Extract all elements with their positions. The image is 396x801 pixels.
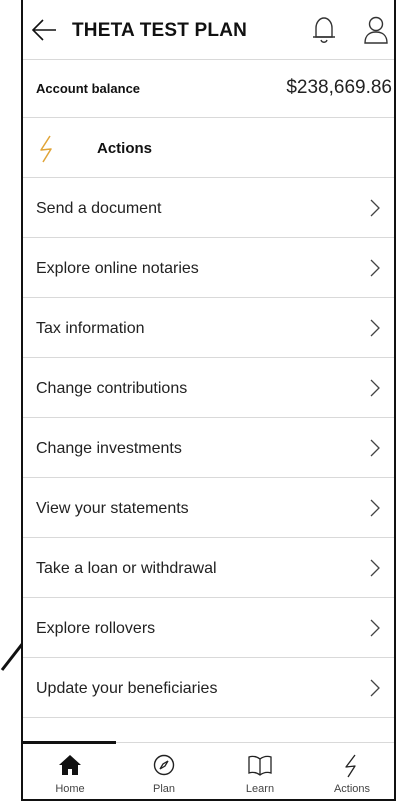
action-view-statements[interactable]: View your statements xyxy=(23,478,394,538)
chevron-right-icon xyxy=(370,199,380,217)
chevron-right-icon xyxy=(370,319,380,337)
bolt-icon xyxy=(40,135,52,163)
action-label: Update your beneficiaries xyxy=(36,680,218,697)
bolt-icon xyxy=(345,754,356,778)
home-icon xyxy=(59,755,81,775)
user-icon[interactable] xyxy=(363,15,389,45)
action-label: View your statements xyxy=(36,500,189,517)
action-explore-rollovers[interactable]: Explore rollovers xyxy=(23,598,394,658)
action-label: Send a document xyxy=(36,200,162,217)
compass-icon xyxy=(153,754,175,776)
action-loan-withdrawal[interactable]: Take a loan or withdrawal xyxy=(23,538,394,598)
page-title: THETA TEST PLAN xyxy=(72,20,248,41)
tab-label: Actions xyxy=(333,783,371,795)
actions-heading: Actions xyxy=(23,118,394,178)
chevron-right-icon xyxy=(370,259,380,277)
chevron-right-icon xyxy=(370,559,380,577)
app-header: THETA TEST PLAN xyxy=(23,0,394,60)
app-screen: THETA TEST PLAN Account balance $238,669… xyxy=(21,0,396,801)
book-icon xyxy=(248,755,272,776)
tab-home[interactable]: Home xyxy=(25,743,115,799)
balance-value: $238,669.86 xyxy=(286,77,392,98)
chevron-right-icon xyxy=(370,499,380,517)
action-label: Explore online notaries xyxy=(36,260,199,277)
tab-label: Home xyxy=(55,783,85,795)
bottom-tab-bar: Home Plan Learn Actions xyxy=(23,741,394,799)
action-change-contributions[interactable]: Change contributions xyxy=(23,358,394,418)
action-explore-notaries[interactable]: Explore online notaries xyxy=(23,238,394,298)
action-list: Send a document Explore online notaries … xyxy=(23,178,394,718)
action-label: Tax information xyxy=(36,320,145,337)
chevron-right-icon xyxy=(370,679,380,697)
tab-plan[interactable]: Plan xyxy=(119,743,209,799)
action-send-document[interactable]: Send a document xyxy=(23,178,394,238)
balance-label: Account balance xyxy=(36,81,141,96)
action-tax-information[interactable]: Tax information xyxy=(23,298,394,358)
tab-actions[interactable]: Actions xyxy=(307,743,394,799)
action-label: Take a loan or withdrawal xyxy=(36,560,217,577)
action-update-beneficiaries[interactable]: Update your beneficiaries xyxy=(23,658,394,718)
chevron-right-icon xyxy=(370,439,380,457)
action-label: Change investments xyxy=(36,440,182,457)
bell-icon[interactable] xyxy=(311,15,337,45)
arrow-left-icon[interactable] xyxy=(31,18,57,42)
tab-learn[interactable]: Learn xyxy=(215,743,305,799)
tab-label: Plan xyxy=(152,783,176,795)
chevron-right-icon xyxy=(370,379,380,397)
account-balance-row: Account balance $238,669.86 xyxy=(23,60,394,118)
actions-title: Actions xyxy=(97,140,153,157)
action-label: Explore rollovers xyxy=(36,620,156,637)
chevron-right-icon xyxy=(370,619,380,637)
action-change-investments[interactable]: Change investments xyxy=(23,418,394,478)
tab-label: Learn xyxy=(245,783,275,795)
action-label: Change contributions xyxy=(36,380,188,397)
